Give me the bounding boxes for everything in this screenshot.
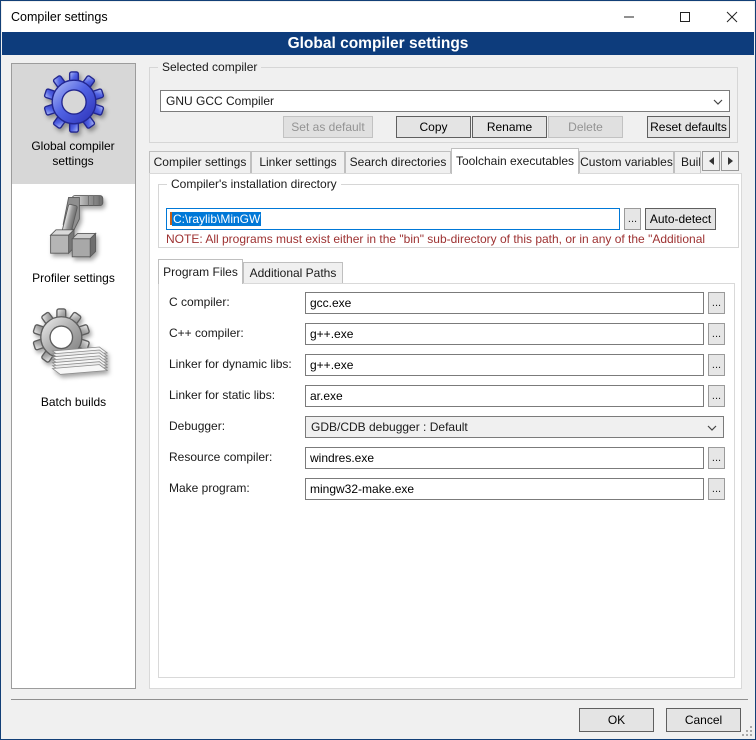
field-row-debugger: Debugger: GDB/CDB debugger : Default (159, 416, 734, 438)
chevron-down-icon (713, 99, 723, 105)
tab-linker-settings[interactable]: Linker settings (251, 151, 345, 174)
c-compiler-input[interactable] (305, 292, 704, 314)
debugger-select-value: GDB/CDB debugger : Default (311, 420, 468, 434)
install-dir-browse-button[interactable]: ... (624, 208, 641, 230)
set-as-default-button[interactable]: Set as default (283, 116, 373, 138)
field-row-resource-compiler: Resource compiler: ... (159, 447, 734, 469)
linker-static-browse-button[interactable]: ... (708, 385, 725, 407)
field-row-c-compiler: C compiler: ... (159, 292, 734, 314)
program-files-page: C compiler: ... C++ compiler: ... Linker… (158, 283, 735, 678)
field-label: Debugger: (169, 419, 225, 433)
linker-static-input[interactable] (305, 385, 704, 407)
install-dir-group: Compiler's installation directory C:\ray… (158, 184, 739, 248)
dialog-banner: Global compiler settings (2, 32, 754, 55)
sidebar: Global compiler settings (11, 63, 136, 689)
resize-grip[interactable] (740, 724, 752, 736)
install-dir-value: C:\raylib\MinGW (172, 212, 261, 226)
sidebar-item-global-compiler-settings[interactable]: Global compiler settings (12, 64, 135, 184)
sidebar-item-label: Profiler settings (12, 271, 135, 286)
note-text: NOTE: All programs must exist either in … (166, 232, 736, 246)
minimize-button[interactable] (612, 2, 646, 32)
cpp-compiler-browse-button[interactable]: ... (708, 323, 725, 345)
arrow-left-icon (709, 157, 714, 165)
maximize-icon (679, 11, 691, 23)
chevron-down-icon (707, 425, 717, 431)
field-row-linker-dynamic: Linker for dynamic libs: ... (159, 354, 734, 376)
field-label: C compiler: (169, 295, 230, 309)
install-dir-group-label: Compiler's installation directory (167, 177, 341, 191)
compiler-select[interactable]: GNU GCC Compiler (160, 90, 730, 112)
make-program-input[interactable] (305, 478, 704, 500)
sidebar-item-batch-builds[interactable]: Batch builds (12, 306, 135, 476)
auto-detect-button[interactable]: Auto-detect (645, 208, 716, 230)
sidebar-item-label: Batch builds (12, 395, 135, 410)
field-label: C++ compiler: (169, 326, 244, 340)
footer-divider (11, 699, 748, 700)
titlebar: Compiler settings (2, 2, 754, 32)
sidebar-item-profiler-settings[interactable]: Profiler settings (12, 188, 135, 298)
gear-blue-icon (12, 64, 135, 136)
cancel-button[interactable]: Cancel (666, 708, 741, 732)
field-row-cpp-compiler: C++ compiler: ... (159, 323, 734, 345)
field-label: Resource compiler: (169, 450, 272, 464)
tab-build-options[interactable]: Build (674, 151, 701, 174)
resource-compiler-browse-button[interactable]: ... (708, 447, 725, 469)
field-row-linker-static: Linker for static libs: ... (159, 385, 734, 407)
cpp-compiler-input[interactable] (305, 323, 704, 345)
tab-toolchain-executables[interactable]: Toolchain executables (451, 148, 579, 174)
resource-compiler-input[interactable] (305, 447, 704, 469)
copy-button[interactable]: Copy (396, 116, 471, 138)
linker-dynamic-browse-button[interactable]: ... (708, 354, 725, 376)
tab-compiler-settings[interactable]: Compiler settings (149, 151, 251, 174)
reset-defaults-button[interactable]: Reset defaults (647, 116, 730, 138)
field-label: Linker for static libs: (169, 388, 275, 402)
debugger-select[interactable]: GDB/CDB debugger : Default (305, 416, 724, 438)
field-label: Make program: (169, 481, 250, 495)
arrow-right-icon (728, 157, 733, 165)
compiler-select-value: GNU GCC Compiler (166, 94, 274, 108)
selected-compiler-group: Selected compiler GNU GCC Compiler Set a… (149, 67, 738, 143)
maximize-button[interactable] (668, 2, 702, 32)
linker-dynamic-input[interactable] (305, 354, 704, 376)
c-compiler-browse-button[interactable]: ... (708, 292, 725, 314)
selected-compiler-group-label: Selected compiler (158, 60, 261, 74)
tab-scroll-left-button[interactable] (702, 151, 720, 171)
make-program-browse-button[interactable]: ... (708, 478, 725, 500)
subtab-additional-paths[interactable]: Additional Paths (243, 262, 343, 284)
tab-search-directories[interactable]: Search directories (345, 151, 451, 174)
compiler-settings-dialog: Compiler settings Global compiler settin… (0, 0, 756, 740)
install-dir-input[interactable]: C:\raylib\MinGW (166, 208, 620, 230)
delete-button[interactable]: Delete (548, 116, 623, 138)
ok-button[interactable]: OK (579, 708, 654, 732)
close-button[interactable] (715, 2, 749, 32)
close-icon (726, 11, 738, 23)
tab-scroll-right-button[interactable] (721, 151, 739, 171)
tab-custom-variables[interactable]: Custom variables (579, 151, 674, 174)
sidebar-item-label: Global compiler settings (21, 139, 125, 169)
gear-stack-icon (12, 306, 135, 395)
toolchain-executables-page: Compiler's installation directory C:\ray… (149, 173, 742, 689)
window-title: Compiler settings (11, 10, 108, 24)
field-row-make-program: Make program: ... (159, 478, 734, 500)
field-label: Linker for dynamic libs: (169, 357, 292, 371)
caliper-icon (12, 188, 135, 271)
subtab-program-files[interactable]: Program Files (158, 259, 243, 284)
minimize-icon (623, 11, 635, 23)
rename-button[interactable]: Rename (472, 116, 547, 138)
